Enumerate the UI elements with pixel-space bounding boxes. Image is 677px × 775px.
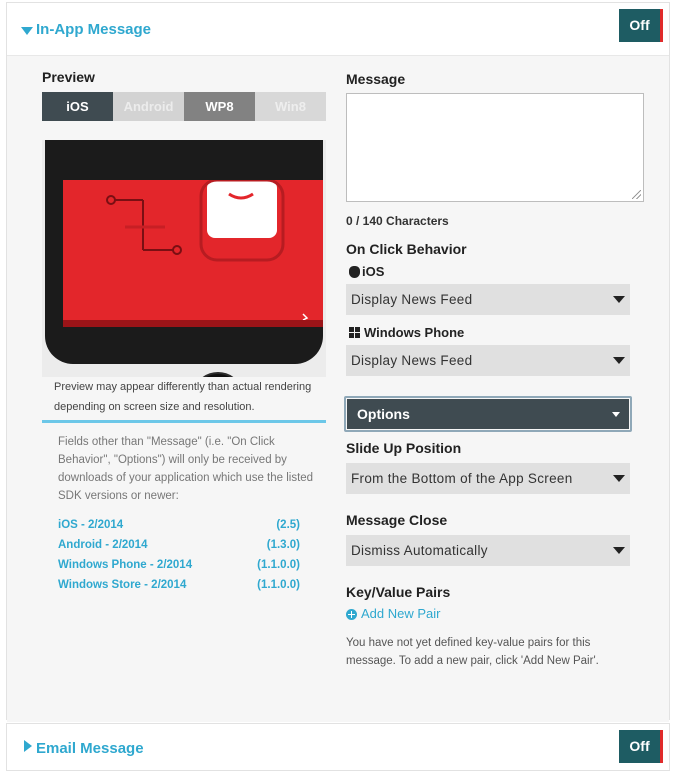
sdk-name[interactable]: Windows Store - 2/2014 (58, 579, 186, 591)
message-close-value: Dismiss Automatically (351, 543, 488, 558)
chevron-right-icon[interactable] (24, 740, 32, 752)
windows-phone-click-behavior-select[interactable]: Display News Feed (346, 345, 630, 376)
apple-icon (349, 266, 360, 278)
tab-ios[interactable]: iOS (42, 92, 113, 121)
windows-phone-click-behavior-value: Display News Feed (351, 353, 473, 368)
message-close-select[interactable]: Dismiss Automatically (346, 535, 630, 566)
ios-platform-label: iOS (362, 264, 385, 279)
message-label: Message (346, 71, 406, 87)
caret-down-icon (612, 412, 620, 417)
app-screen-illustration (106, 178, 309, 321)
email-message-header[interactable]: Email Message Off (7, 724, 669, 770)
phone-preview (42, 140, 326, 377)
divider (42, 420, 326, 423)
in-app-message-toggle[interactable]: Off (619, 9, 663, 42)
ios-click-behavior-select[interactable]: Display News Feed (346, 284, 630, 315)
tab-android[interactable]: Android (113, 92, 184, 121)
sdk-name[interactable]: Android - 2/2014 (58, 539, 147, 551)
platform-tabs: iOS Android WP8 Win8 (42, 92, 326, 121)
dropdown-arrow-icon (613, 296, 625, 303)
options-label: Options (357, 406, 410, 422)
key-value-empty-note: You have not yet defined key-value pairs… (346, 637, 599, 667)
sdk-row[interactable]: iOS - 2/2014 (2.5) (58, 517, 300, 537)
email-message-toggle[interactable]: Off (619, 730, 663, 763)
options-button-inner[interactable]: Options (347, 399, 629, 429)
dropdown-arrow-icon (613, 547, 625, 554)
in-app-message-header[interactable]: In-App Message Off (7, 3, 669, 55)
screen-edge (63, 320, 323, 327)
slide-up-position-value: From the Bottom of the App Screen (351, 471, 573, 486)
dropdown-arrow-icon (613, 357, 625, 364)
sdk-version-list: iOS - 2/2014 (2.5) Android - 2/2014 (1.3… (58, 517, 300, 597)
sdk-name[interactable]: Windows Phone - 2/2014 (58, 559, 192, 571)
sdk-version[interactable]: (1.3.0) (267, 539, 300, 551)
sdk-version[interactable]: (1.1.0.0) (257, 559, 300, 571)
sdk-name[interactable]: iOS - 2/2014 (58, 519, 123, 531)
preview-disclaimer: Preview may appear differently than actu… (54, 381, 312, 413)
slide-up-position-select[interactable]: From the Bottom of the App Screen (346, 463, 630, 494)
windows-phone-platform-label: Windows Phone (364, 325, 465, 340)
sdk-row[interactable]: Windows Phone - 2/2014 (1.1.0.0) (58, 557, 300, 577)
phone-screen (63, 178, 323, 321)
message-close-label: Message Close (346, 512, 448, 528)
resize-handle-icon[interactable] (632, 190, 641, 199)
message-textarea[interactable] (346, 93, 644, 202)
character-count: 0 / 140 Characters (346, 214, 449, 228)
sdk-version[interactable]: (1.1.0.0) (257, 579, 300, 591)
slide-up-position-label: Slide Up Position (346, 440, 462, 456)
windows-icon (349, 327, 360, 338)
on-click-behavior-label: On Click Behavior (346, 241, 467, 257)
in-app-message-body: Preview iOS Android WP8 Win8 Preview may… (7, 55, 669, 722)
chevron-down-icon[interactable] (21, 27, 33, 35)
key-value-pairs-label: Key/Value Pairs (346, 584, 451, 600)
sdk-requirement-note: Fields other than "Message" (i.e. "On Cl… (58, 436, 314, 502)
dropdown-arrow-icon (613, 475, 625, 482)
sdk-row[interactable]: Windows Store - 2/2014 (1.1.0.0) (58, 577, 300, 597)
add-new-pair-link[interactable]: Add New Pair (361, 606, 440, 621)
plus-circle-icon[interactable] (346, 609, 357, 620)
sdk-version[interactable]: (2.5) (276, 519, 300, 531)
preview-label: Preview (42, 69, 95, 85)
in-app-message-title[interactable]: In-App Message (36, 21, 151, 38)
in-app-message-panel: In-App Message Off Preview iOS Android W… (6, 2, 670, 722)
email-message-panel: Email Message Off (6, 723, 670, 771)
email-message-title[interactable]: Email Message (36, 740, 144, 757)
options-button[interactable]: Options (344, 396, 632, 432)
ios-click-behavior-value: Display News Feed (351, 292, 473, 307)
sdk-row[interactable]: Android - 2/2014 (1.3.0) (58, 537, 300, 557)
tab-win8[interactable]: Win8 (255, 92, 326, 121)
tab-wp8[interactable]: WP8 (184, 92, 255, 121)
